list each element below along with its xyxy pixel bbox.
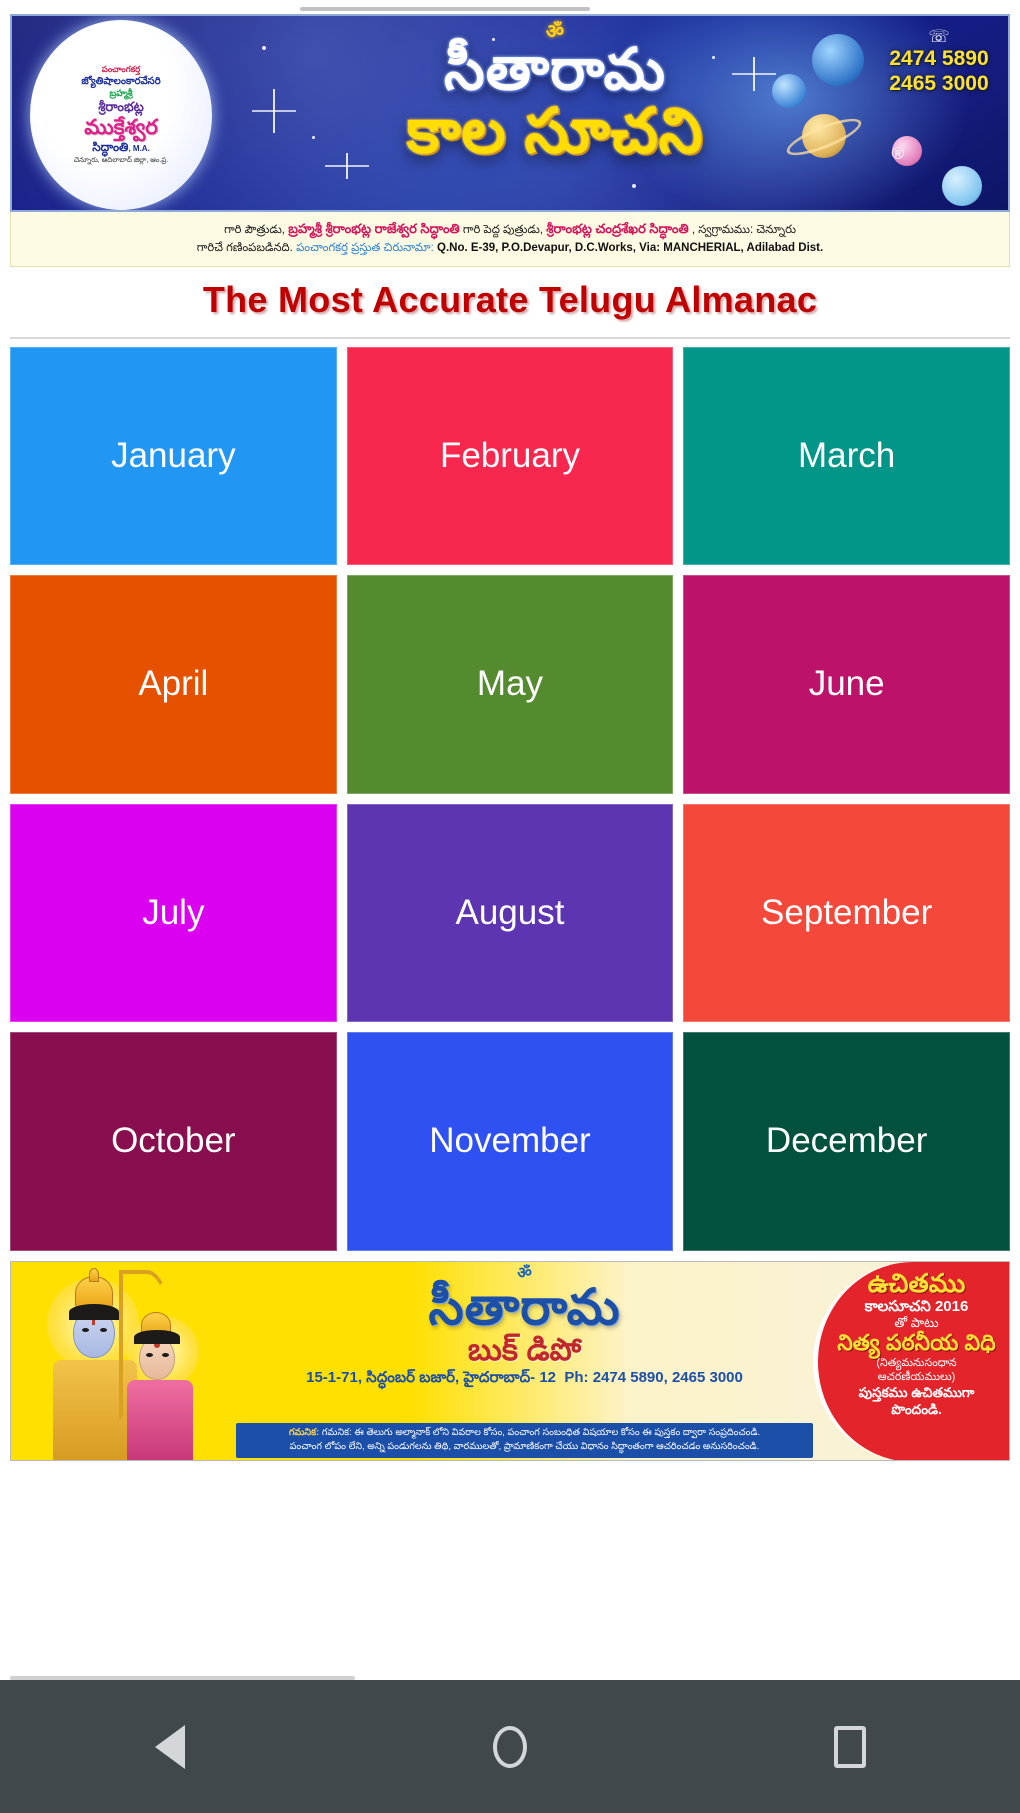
- month-label: March: [798, 435, 896, 475]
- promo-offer-sub-1: (నిత్యమనుసంధాన: [876, 1356, 957, 1369]
- month-label: August: [455, 892, 565, 932]
- nav-home-button[interactable]: [450, 1702, 570, 1792]
- month-label: May: [476, 664, 544, 704]
- credits-strip: గారి పౌత్రుడు, బ్రహ్మశ్రీ శ్రీరాంభట్ల రా…: [10, 212, 1010, 267]
- home-circle-icon: [493, 1725, 527, 1768]
- phone-number-2[interactable]: 2465 3000: [880, 72, 998, 97]
- credits-text-c: , స్వగ్రామము: చెన్నూరు: [691, 224, 796, 236]
- month-label: November: [429, 1121, 591, 1161]
- credits-line-1: గారి పౌత్రుడు, బ్రహ్మశ్రీ శ్రీరాంభట్ల రా…: [19, 219, 1001, 240]
- logo-line-1: పంచాంగకర్త: [101, 64, 141, 75]
- month-tile-november[interactable]: November: [346, 1032, 674, 1251]
- month-tile-august[interactable]: August: [346, 803, 674, 1023]
- month-label: September: [761, 892, 933, 932]
- ad-address: 15-1-71, సిద్ధంబర్ బజార్, హైదరాబాద్- 12 …: [236, 1369, 813, 1390]
- registered-trademark-mark: ®: [891, 144, 904, 163]
- footer-advertisement[interactable]: ॐ సీతారామ బుక్ డిపో 15-1-71, సిద్ధంబర్ బ…: [10, 1260, 1010, 1461]
- ad-brand-group: ॐ సీతారామ బుక్ డిపో 15-1-71, సిద్ధంబర్ బ…: [236, 1265, 813, 1391]
- promo-product: కాలసూచని 2016: [864, 1297, 969, 1315]
- banner-title-line-1: సీతారామ: [443, 37, 667, 102]
- recents-square-icon: [834, 1725, 866, 1768]
- month-tile-may[interactable]: May: [346, 575, 674, 794]
- page-title-bar: The Most Accurate Telugu Almanac: [10, 266, 1010, 339]
- logo-line-2: జ్యోతిషాలంకారవేసరి: [81, 76, 161, 87]
- horizontal-scrollbar-top[interactable]: [300, 7, 590, 11]
- ad-subtitle: బుక్ డిపో: [467, 1331, 582, 1367]
- credits-name-1: బ్రహ్మశ్రీ శ్రీరాంభట్ల రాజేశ్వర సిద్ధాంత…: [288, 221, 460, 236]
- month-label: July: [142, 892, 205, 932]
- month-label: December: [765, 1121, 928, 1161]
- nav-back-button[interactable]: [110, 1702, 230, 1792]
- ad-address-text: 15-1-71, సిద్ధంబర్ బజార్, హైదరాబాద్- 12: [306, 1369, 557, 1387]
- ad-disclaimer-bar: గమనిక: గమనిక: ఈ తెలుగు అల్మానాక్ లోని వి…: [236, 1423, 813, 1458]
- month-tile-september[interactable]: September: [683, 803, 1010, 1023]
- month-label: June: [808, 664, 885, 704]
- logo-line-6: సిద్ధాంతి, M.A.: [92, 139, 150, 154]
- scrollable-content[interactable]: పంచాంగకర్త జ్యోతిషాలంకారవేసరి బ్రహ్మశ్రీ…: [0, 0, 1020, 1680]
- month-tile-june[interactable]: June: [683, 575, 1010, 794]
- promo-connector: తో పాటు: [894, 1315, 939, 1331]
- phone-number-1[interactable]: 2474 5890: [880, 47, 998, 72]
- month-tile-april[interactable]: April: [10, 575, 337, 794]
- promo-headline: ఉచితము: [867, 1267, 966, 1298]
- rama-sita-illustration: [19, 1267, 234, 1460]
- logo-line-3: బ్రహ్మశ్రీ: [109, 88, 133, 98]
- month-tile-december[interactable]: December: [683, 1032, 1010, 1251]
- promo-offer-title: నిత్య పఠనీయ విధి: [837, 1330, 996, 1356]
- credits-text-a: గారి పౌత్రుడు,: [224, 224, 286, 236]
- credits-line-2: గారిచే గణింపబడినది. పంచాంగకర్త ప్రస్తుత …: [19, 240, 1001, 258]
- ad-note-label: గమనిక:: [288, 1427, 320, 1439]
- nav-recents-button[interactable]: [790, 1702, 910, 1792]
- ad-note-line-1: గమనిక: గమనిక: ఈ తెలుగు అల్మానాక్ లోని వి…: [242, 1426, 807, 1440]
- free-offer-badge[interactable]: ఉచితము కాలసూచని 2016 తో పాటు నిత్య పఠనీయ…: [813, 1261, 1009, 1460]
- contact-phone-block: ☏ 2474 5890 2465 3000: [880, 28, 998, 97]
- month-tile-january[interactable]: January: [10, 346, 337, 566]
- ad-note-text-1: గమనిక: ఈ తెలుగు అల్మానాక్ లోని వివరాల కో…: [321, 1427, 761, 1439]
- credits-name-2: శ్రీరాంభట్ల చంద్రశేఖర సిద్ధాంతి: [546, 221, 689, 236]
- header-banner: పంచాంగకర్త జ్యోతిషాలంకారవేసరి బ్రహ్మశ్రీ…: [10, 14, 1010, 212]
- promo-cta-2: పొందండి.: [891, 1402, 942, 1418]
- month-label: January: [111, 435, 236, 475]
- credits-text-d: గారిచే గణింపబడినది.: [196, 241, 293, 254]
- app-root: పంచాంగకర్త జ్యోతిషాలంకారవేసరి బ్రహ్మశ్రీ…: [0, 0, 1020, 1813]
- banner-title-group: ॐ సీతారామ కాల సూచని: [222, 22, 888, 163]
- month-label: October: [111, 1121, 236, 1161]
- month-grid: January February March April May June Ju…: [0, 339, 1020, 1259]
- month-label: April: [138, 664, 209, 704]
- ad-phone-text[interactable]: Ph: 2474 5890, 2465 3000: [564, 1369, 742, 1386]
- logo-line-5: ముక్తేశ్వర: [84, 115, 158, 139]
- back-triangle-icon: [155, 1724, 185, 1769]
- credits-text-b: గారి పెద్ద పుత్రుడు,: [462, 224, 544, 236]
- star-decoration: [632, 184, 636, 188]
- promo-cta-1: పుస్తకము ఉచితముగా: [858, 1385, 975, 1401]
- ad-brand-name: సీతారామ: [428, 1278, 621, 1335]
- month-tile-july[interactable]: July: [10, 803, 337, 1023]
- page-title: The Most Accurate Telugu Almanac: [202, 278, 818, 320]
- credits-address-value: Q.No. E-39, P.O.Devapur, D.C.Works, Via:…: [437, 241, 824, 254]
- month-tile-february[interactable]: February: [346, 346, 674, 566]
- ad-note-line-2: పంచాంగ లోపం లేని, అన్ని పండుగలను తిథి, వ…: [289, 1441, 760, 1453]
- credits-address-label: పంచాంగకర్త ప్రస్తుత చిరునామా:: [296, 241, 434, 254]
- telephone-icon: ☏: [928, 27, 950, 46]
- horizontal-scrollbar-bottom[interactable]: [10, 1676, 355, 1680]
- month-label: February: [439, 435, 581, 475]
- android-navigation-bar: [0, 1680, 1020, 1813]
- logo-line-4: శ్రీరాంభట్ల: [98, 98, 144, 114]
- publisher-logo: పంచాంగకర్త జ్యోతిషాలంకారవేసరి బ్రహ్మశ్రీ…: [30, 20, 212, 210]
- promo-offer-sub-2: ఆచరణీయములు): [877, 1370, 956, 1383]
- month-tile-october[interactable]: October: [10, 1032, 337, 1251]
- banner-title-line-2: కాల సూచని: [406, 96, 704, 166]
- planet-decoration: [942, 166, 982, 206]
- month-tile-march[interactable]: March: [683, 346, 1010, 566]
- logo-line-7: చెన్నూరు, ఆదిలాబాద్ జిల్లా, ఆం.ప్ర.: [73, 156, 169, 164]
